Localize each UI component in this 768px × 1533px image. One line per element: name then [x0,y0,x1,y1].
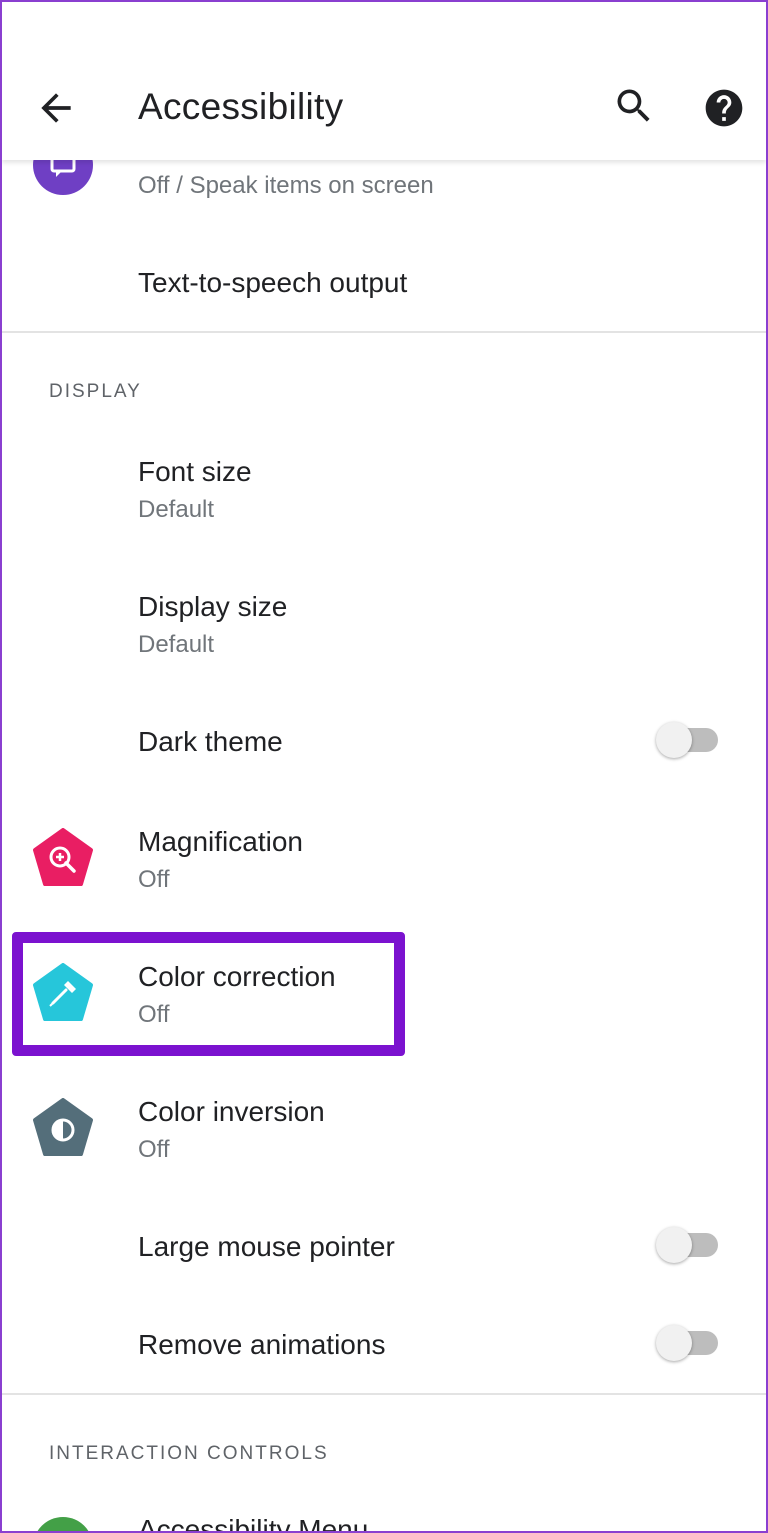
highlight-box [12,932,405,1056]
accessibility-menu-row[interactable]: Accessibility Menu [2,1492,766,1533]
font-size-summary: Default [138,496,215,523]
tts-title: Text-to-speech output [138,267,408,298]
screen: Accessibility Off / Speak items on scree… [0,0,768,1533]
color-inversion-summary: Off [138,1136,170,1163]
magnification-title: Magnification [138,826,303,857]
font-size-row[interactable]: Font size Default [2,432,766,552]
app-bar: Accessibility [2,2,766,160]
page-title: Accessibility [138,86,344,127]
remove-animations-toggle[interactable] [656,1323,720,1363]
help-button[interactable] [702,86,746,130]
color-inversion-icon [32,1098,94,1160]
magnification-row[interactable]: Magnification Off [2,802,766,922]
tts-row[interactable]: Text-to-speech output [2,237,766,329]
toggle-thumb [656,1227,692,1263]
search-button[interactable] [612,84,656,128]
accessibility-menu-icon [32,1516,94,1531]
help-circle-icon [705,89,743,127]
dark-theme-title: Dark theme [138,726,283,757]
magnification-summary: Off [138,866,170,893]
search-icon [617,89,650,122]
section-header-interaction-controls: INTERACTION CONTROLS [49,1443,329,1464]
section-header-display: DISPLAY [49,381,142,402]
large-pointer-toggle[interactable] [656,1225,720,1265]
remove-animations-title: Remove animations [138,1329,386,1360]
display-size-summary: Default [138,631,215,658]
back-button[interactable] [34,86,78,130]
large-pointer-row[interactable]: Large mouse pointer [2,1207,766,1287]
dark-theme-toggle[interactable] [656,720,720,760]
magnification-icon [32,828,94,890]
toggle-thumb [656,1325,692,1361]
color-inversion-row[interactable]: Color inversion Off [2,1072,766,1192]
select-to-speak-summary: Off / Speak items on screen [138,172,434,199]
remove-animations-row[interactable]: Remove animations [2,1307,766,1387]
divider [2,331,766,333]
font-size-title: Font size [138,456,252,487]
dark-theme-row[interactable]: Dark theme [2,702,766,782]
display-size-row[interactable]: Display size Default [2,567,766,687]
divider [2,1393,766,1395]
accessibility-menu-title: Accessibility Menu [138,1514,369,1533]
arrow-back-icon [41,93,71,123]
display-size-title: Display size [138,591,288,622]
large-pointer-title: Large mouse pointer [138,1231,395,1262]
color-inversion-title: Color inversion [138,1096,325,1127]
toggle-thumb [656,722,692,758]
